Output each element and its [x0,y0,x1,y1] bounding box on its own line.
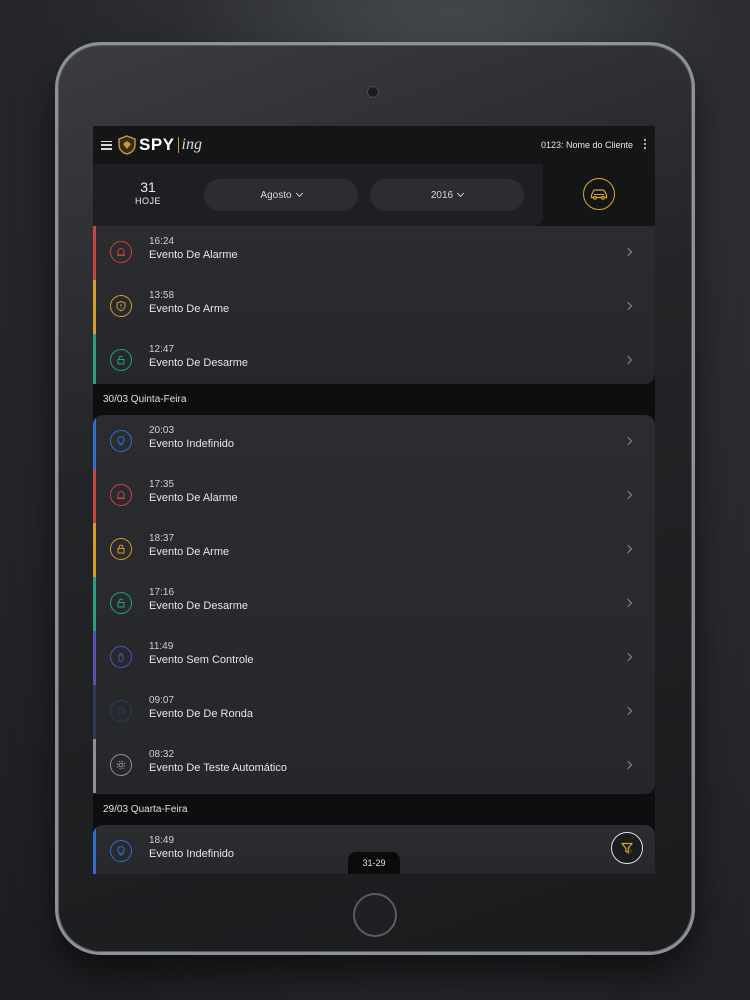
camera [367,86,379,98]
event-row[interactable]: 18:37 Evento De Arme [93,523,655,577]
undefined-bulb-icon [110,430,132,452]
hand-icon [110,646,132,668]
event-row[interactable]: 20:03 Evento Indefinido [93,415,655,469]
more-options-icon[interactable] [644,139,646,149]
event-title: Evento Indefinido [149,848,235,860]
event-title: Evento Indefinido [149,438,235,450]
event-title: Evento De Desarme [149,600,249,612]
event-type-stripe [93,523,96,577]
event-row[interactable]: 16:24 Evento De Alarme [93,226,655,280]
logo-divider [177,137,179,153]
chevron-right-icon [623,436,633,446]
event-row[interactable]: 11:49 Evento Sem Controle [93,631,655,685]
logo-text: SPY [139,135,175,154]
event-time: 20:03 [149,425,175,436]
event-time: 18:37 [149,533,175,544]
event-type-stripe [93,334,96,384]
today-number: 31 [140,179,156,195]
event-time: 13:58 [149,290,175,301]
filter-button[interactable] [611,832,643,864]
chevron-right-icon [623,301,633,311]
undefined-bulb-icon [110,840,132,862]
home-button[interactable] [353,893,397,937]
event-time: 16:24 [149,236,175,247]
chevron-down-icon [457,189,465,198]
car-icon [590,189,608,200]
event-type-stripe [93,280,96,334]
event-title: Evento De Alarme [149,492,238,504]
event-time: 17:16 [149,587,175,598]
client-label[interactable]: 0123: Nome do Cliente [541,140,633,150]
arm-lock-icon [110,538,132,560]
filter-bar: 31 HOJE Agosto 2016 [93,164,655,226]
event-type-stripe [93,685,96,739]
event-type-stripe [93,469,96,523]
event-list: 16:24 Evento De Alarme 13:58 Evento De Arme… [93,226,655,874]
event-title: Evento De Teste Automático [149,762,287,774]
event-group-card: 16:24 Evento De Alarme 13:58 Evento De Arme… [93,226,655,384]
chevron-down-icon [295,189,303,198]
section-header: 29/03 Quarta-Feira [103,804,188,815]
event-title: Evento De Arme [149,303,230,315]
section-header: 30/03 Quinta-Feira [103,394,187,405]
event-time: 12:47 [149,344,175,355]
app-bar: SPY ing 0123: Nome do Cliente [93,126,655,164]
alarm-bell-icon [110,241,132,263]
disarm-lock-icon [110,349,132,371]
chevron-right-icon [623,706,633,716]
event-time: 17:35 [149,479,175,490]
event-title: Evento De Desarme [149,357,249,369]
today-button[interactable]: 31 HOJE [123,179,173,206]
year-select[interactable]: 2016 [370,179,524,211]
chevron-right-icon [623,247,633,257]
filter-funnel-icon [621,842,633,854]
disarm-lock-icon [110,592,132,614]
chevron-right-icon [623,652,633,662]
chevron-right-icon [623,760,633,770]
logo-script: ing [181,136,202,153]
event-type-stripe [93,577,96,631]
arm-shield-icon [110,295,132,317]
gear-icon [110,754,132,776]
event-type-stripe [93,226,96,280]
month-select[interactable]: Agosto [204,179,358,211]
event-title: Evento De Arme [149,546,230,558]
chevron-right-icon [623,544,633,554]
event-type-stripe [93,631,96,685]
event-type-stripe [93,825,96,874]
alarm-bell-icon [110,484,132,506]
event-time: 18:49 [149,835,175,846]
event-group-card: 20:03 Evento Indefinido 17:35 Evento De Ala… [93,415,655,794]
event-row[interactable]: 17:35 Evento De Alarme [93,469,655,523]
event-title: Evento De De Ronda [149,708,253,720]
event-type-stripe [93,739,96,793]
menu-icon[interactable] [101,140,112,150]
event-time: 08:32 [149,749,175,760]
event-type-stripe [93,415,96,469]
event-row[interactable]: 09:07 Evento De De Ronda [93,685,655,739]
logo-shield-icon [118,135,136,155]
event-row[interactable]: 08:32 Evento De Teste Automático [93,739,655,793]
event-title: Evento Sem Controle [149,654,254,666]
chevron-right-icon [623,490,633,500]
month-value: Agosto [260,189,292,201]
year-value: 2016 [430,189,454,201]
page-range[interactable]: 31-29 [348,852,400,874]
event-time: 11:49 [149,641,174,652]
car-button[interactable] [583,178,615,210]
filter-panel: 31 HOJE Agosto 2016 [93,164,543,226]
round-icon [110,700,132,722]
event-row[interactable]: 12:47 Evento De Desarme [93,334,655,384]
chevron-right-icon [623,598,633,608]
event-time: 09:07 [149,695,175,706]
app-screen: SPY ing 0123: Nome do Cliente 31 HOJE Ag… [93,126,655,874]
event-row[interactable]: 13:58 Evento De Arme [93,280,655,334]
chevron-right-icon [623,355,633,365]
today-label: HOJE [134,196,161,206]
event-row[interactable]: 17:16 Evento De Desarme [93,577,655,631]
event-title: Evento De Alarme [149,249,238,261]
